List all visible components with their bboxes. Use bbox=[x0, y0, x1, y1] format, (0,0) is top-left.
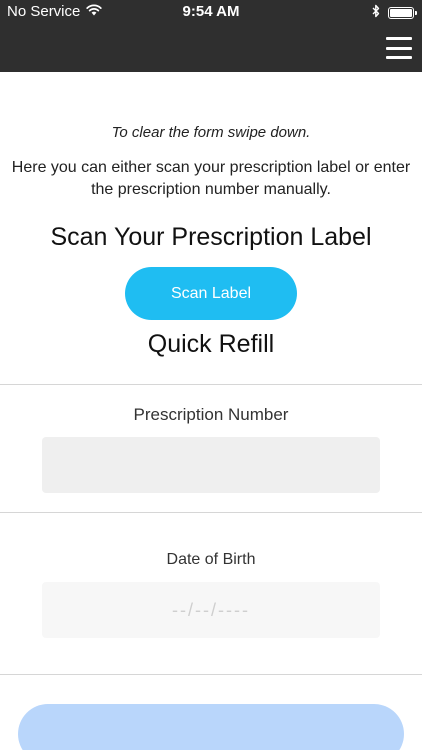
date-of-birth-input[interactable] bbox=[42, 582, 380, 638]
prescription-number-label: Prescription Number bbox=[133, 405, 289, 424]
divider bbox=[0, 512, 422, 513]
menu-line bbox=[386, 37, 412, 40]
date-of-birth-label: Date of Birth bbox=[166, 551, 256, 568]
scan-label-button[interactable]: Scan Label bbox=[125, 267, 297, 320]
hamburger-menu-icon[interactable] bbox=[386, 37, 412, 59]
divider bbox=[0, 384, 422, 385]
submit-refill-button[interactable] bbox=[18, 704, 404, 750]
prescription-number-input[interactable] bbox=[42, 437, 380, 493]
menu-line bbox=[386, 46, 412, 50]
status-right bbox=[372, 4, 417, 22]
divider bbox=[0, 674, 422, 675]
battery-fill bbox=[390, 9, 412, 17]
battery-icon bbox=[388, 7, 417, 19]
quick-refill-title: Quick Refill bbox=[147, 330, 275, 358]
scan-section-title: Scan Your Prescription Label bbox=[50, 223, 372, 251]
bluetooth-icon bbox=[372, 4, 380, 22]
status-bar: No Service 9:54 AM bbox=[0, 0, 422, 24]
swipe-hint: To clear the form swipe down. bbox=[111, 124, 311, 141]
nav-bar bbox=[0, 24, 422, 72]
instructions-text: Here you can either scan your prescripti… bbox=[11, 159, 411, 198]
status-time: 9:54 AM bbox=[182, 3, 240, 20]
menu-line bbox=[386, 56, 412, 59]
